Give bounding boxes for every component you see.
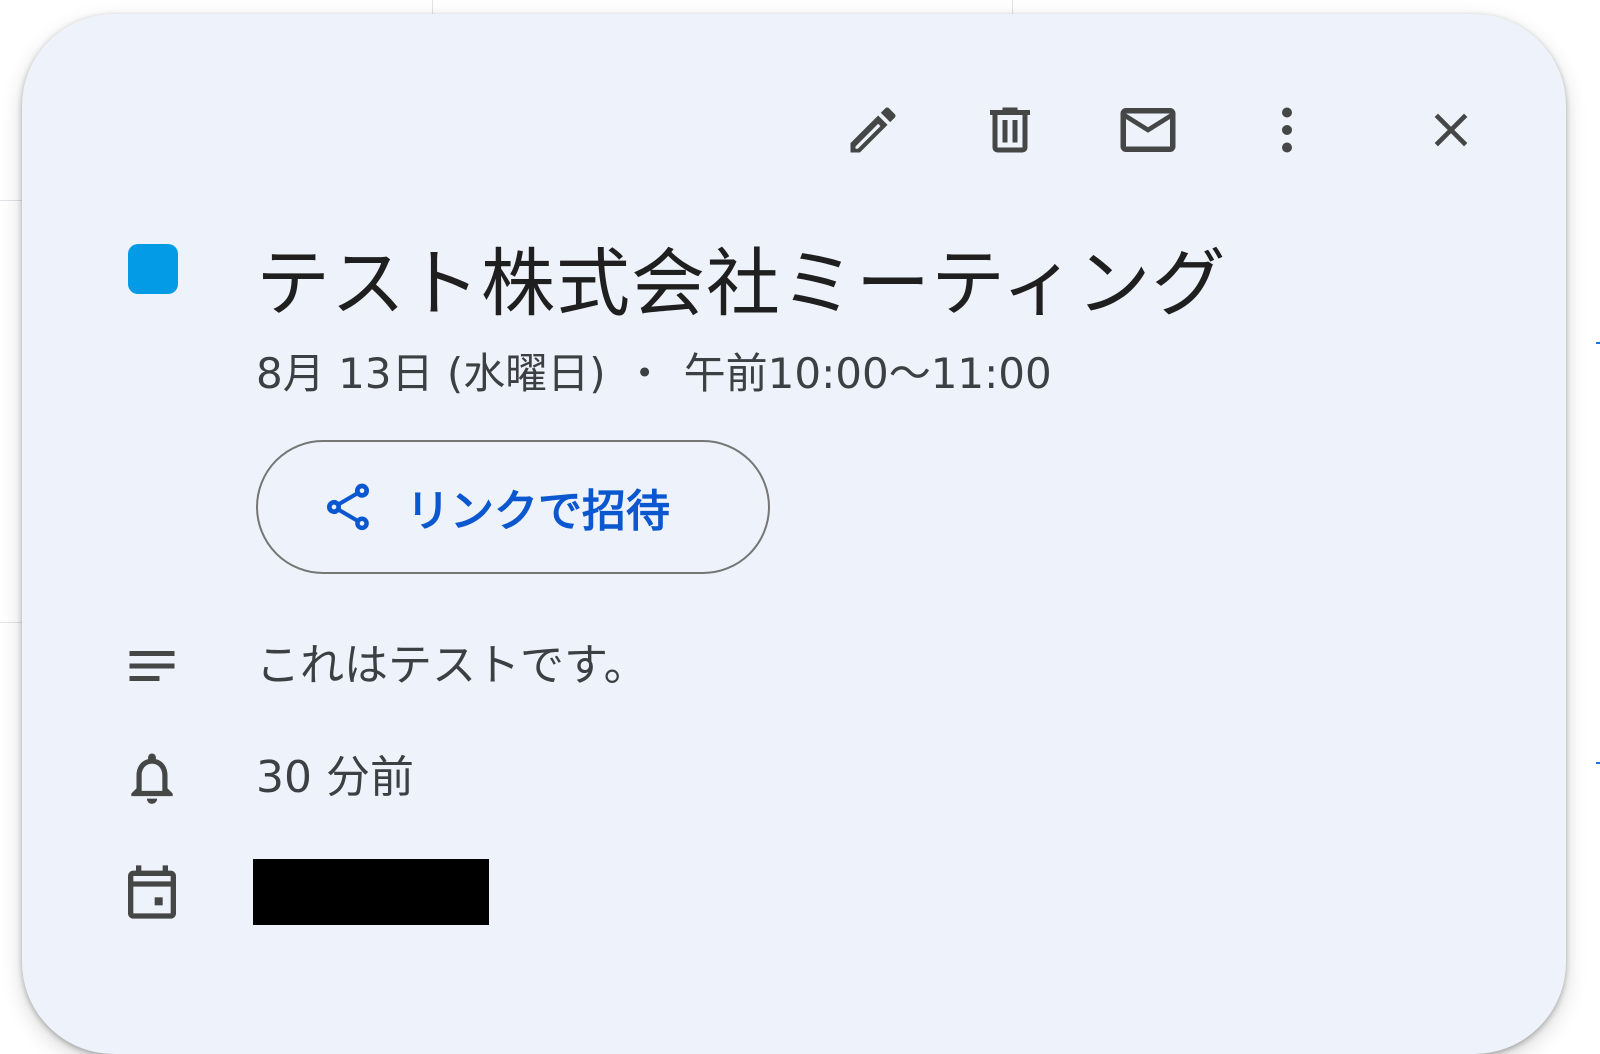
edit-button[interactable] (835, 92, 911, 168)
close-button[interactable] (1413, 92, 1489, 168)
calendar-icon (120, 852, 184, 932)
more-vert-icon (1257, 100, 1317, 160)
event-time: 午前10:00～11:00 (684, 349, 1052, 398)
redacted-calendar-name (253, 859, 489, 925)
event-reminder: 30 分前 (256, 738, 414, 818)
event-details-popup: テスト株式会社ミーティング 8月 13日 (水曜日) ・午前10:00～11:00… (22, 14, 1566, 1054)
delete-button[interactable] (972, 92, 1048, 168)
delete-icon (980, 100, 1040, 160)
share-icon (320, 479, 376, 535)
bell-icon (120, 738, 184, 818)
event-datetime: 8月 13日 (水曜日) ・午前10:00～11:00 (256, 344, 1052, 404)
event-title: テスト株式会社ミーティング (256, 236, 1227, 332)
event-toolbar (22, 92, 1566, 168)
description-lines-icon (120, 626, 184, 706)
event-description: これはテストです。 (256, 626, 648, 706)
edit-icon (843, 100, 903, 160)
time-tick (1596, 762, 1600, 764)
invite-button-label: リンクで招待 (406, 475, 670, 539)
invite-via-link-button[interactable]: リンクで招待 (256, 440, 770, 574)
reminder-row: 30 分前 (22, 738, 1566, 818)
more-options-button[interactable] (1249, 92, 1325, 168)
event-color-swatch (128, 244, 178, 294)
description-row: これはテストです。 (22, 626, 1566, 706)
time-tick (1596, 342, 1600, 344)
email-guests-button[interactable] (1110, 92, 1186, 168)
datetime-separator: ・ (624, 349, 666, 398)
close-icon (1423, 102, 1479, 158)
event-date: 8月 13日 (水曜日) (256, 349, 606, 398)
email-icon (1115, 97, 1181, 163)
